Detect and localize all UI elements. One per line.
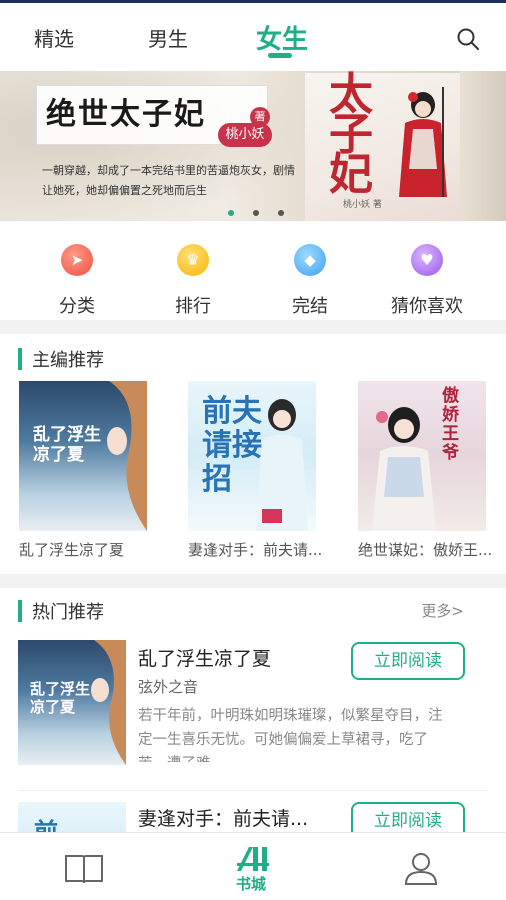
entry-label: 猜你喜欢 — [391, 296, 463, 317]
book-name: 绝世谋妃：傲娇王... — [358, 541, 493, 559]
entry-category[interactable]: ➤ 分类 — [27, 244, 127, 318]
entry-completed[interactable]: ◆ 完结 — [260, 244, 360, 318]
read-now-button[interactable]: 立即阅读 — [351, 802, 465, 832]
entry-ranking[interactable]: ♛ 排行 — [143, 244, 243, 318]
hot-book-title: 妻逢对手：前夫请... — [138, 808, 309, 830]
editor-book-card[interactable]: 傲娇王爷 绝世谋妃：傲娇王... — [358, 381, 493, 560]
editor-book-card[interactable]: 前夫请接招 妻逢对手：前夫请... — [188, 381, 323, 560]
banner-cover-title: 太子妃 — [329, 71, 373, 200]
book-cover: 前 — [18, 802, 126, 832]
bookstore-label[interactable]: 书城 — [236, 873, 266, 894]
cover-title: 傲娇王爷 — [442, 386, 459, 463]
book-cover: 乱了浮生凉了夏 — [19, 381, 147, 531]
tab-male[interactable]: 男生 — [148, 23, 188, 52]
book-name: 妻逢对手：前夫请... — [188, 541, 323, 559]
cover-illustration — [91, 640, 126, 765]
section-accent-bar — [18, 600, 22, 622]
bookstore-icon[interactable] — [235, 845, 271, 873]
carousel-dot[interactable] — [278, 210, 285, 216]
heart-icon: ♥ — [411, 244, 443, 276]
carousel-dot[interactable] — [253, 210, 260, 216]
book-cover: 乱了浮生凉了夏 — [18, 640, 126, 765]
entry-label: 分类 — [59, 296, 95, 317]
read-now-button[interactable]: 立即阅读 — [351, 642, 465, 680]
carousel-dot[interactable] — [228, 210, 234, 216]
profile-icon[interactable] — [404, 851, 438, 885]
hot-book-author: 弦外之音 — [138, 678, 199, 696]
hot-book-description: 若干年前，叶明珠如明珠璀璨，似繁星夺目，注定一生喜乐无忧。可她偏偏爱上草裙寻，吃… — [138, 708, 443, 762]
active-tab-indicator — [268, 53, 292, 58]
crown-icon: ♛ — [177, 244, 209, 276]
rocket-icon: ➤ — [61, 244, 93, 276]
editor-book-card[interactable]: 乱了浮生凉了夏 乱了浮生凉了夏 — [19, 381, 147, 560]
quick-entry-bar: ➤ 分类 ♛ 排行 ◆ 完结 ♥ 猜你喜欢 — [0, 222, 506, 320]
section-title: 主编推荐 — [32, 350, 104, 371]
search-icon[interactable] — [456, 27, 480, 51]
more-link[interactable]: 更多> — [421, 600, 464, 621]
cover-illustration — [372, 407, 436, 531]
entry-label: 完结 — [292, 296, 328, 317]
cover-illustration — [107, 381, 147, 531]
section-divider — [0, 320, 506, 334]
entry-label: 排行 — [175, 296, 211, 317]
book-name: 乱了浮生凉了夏 — [19, 541, 125, 559]
top-tab-bar: 精选 男生 女生 — [0, 3, 506, 70]
cover-title: 前 — [34, 817, 58, 832]
banner-description: 一朝穿越，却成了一本完结书里的苦逼炮灰女，剧情让她死，她却偏偏置之死地而后生 — [42, 164, 295, 197]
tab-featured[interactable]: 精选 — [34, 23, 74, 52]
cover-illustration — [256, 399, 308, 531]
entry-recommend[interactable]: ♥ 猜你喜欢 — [377, 244, 477, 318]
banner-next-slide — [460, 71, 506, 221]
hot-book-title: 乱了浮生凉了夏 — [138, 648, 272, 670]
cover-illustration — [399, 87, 447, 197]
book-cover: 前夫请接招 — [188, 381, 316, 531]
hot-section-header: 热门推荐 更多> — [0, 590, 506, 630]
tab-female[interactable]: 女生 — [256, 19, 308, 56]
book-cover: 傲娇王爷 — [358, 381, 486, 531]
list-divider — [18, 790, 488, 791]
bottom-nav: 书城 — [0, 832, 506, 900]
carousel-dots — [228, 201, 298, 220]
section-divider — [0, 574, 506, 588]
banner-book-cover[interactable]: 太子妃 桃小妖 著 — [304, 73, 460, 221]
banner-carousel[interactable]: 绝世太子妃 著 桃小妖 一朝穿越，却成了一本完结书里的苦逼炮灰女，剧情让她死，她… — [0, 71, 506, 221]
section-accent-bar — [18, 348, 22, 370]
banner-title: 绝世太子妃 — [46, 97, 206, 132]
section-title: 热门推荐 — [32, 602, 104, 623]
editor-section-header: 主编推荐 — [0, 338, 506, 378]
hot-list-item[interactable]: 前 妻逢对手：前夫请... 立即阅读 — [0, 800, 506, 832]
banner-cover-author: 桃小妖 著 — [343, 200, 382, 210]
banner-author: 桃小妖 — [218, 123, 272, 147]
tag-icon: ◆ — [294, 244, 326, 276]
bookshelf-icon[interactable] — [64, 853, 104, 885]
